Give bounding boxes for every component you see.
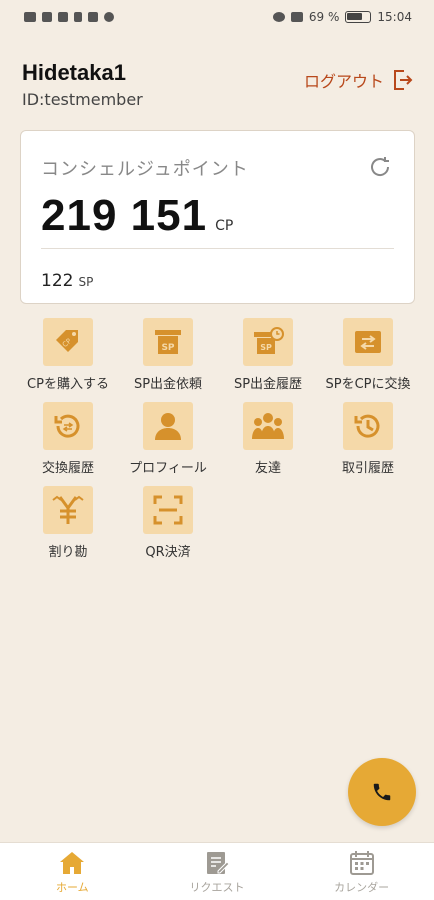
menu-transaction-history[interactable]: 取引履歴 [318,402,418,476]
menu-label: 取引履歴 [341,461,394,476]
sp-balance: 122 SP [41,271,93,291]
tile [343,402,393,450]
tile [143,486,193,534]
status-left [24,12,114,22]
mute-icon [290,12,303,22]
menu-qr-payment[interactable]: QR決済 [118,486,218,560]
nav-home[interactable]: ホーム [0,843,145,900]
tile [343,318,393,366]
calendar-icon [349,850,374,875]
nav-label: ホーム [56,880,89,894]
sp-unit: SP [78,275,94,289]
exchange-history-icon [54,414,80,438]
logout-label: ログアウト [303,72,384,91]
tile: SP [243,318,293,366]
menu-label: SP出金履歴 [233,377,303,392]
menu-friends[interactable]: 友達 [218,402,318,476]
nav-label: リクエスト [189,880,245,894]
sp-history-icon: SP [254,327,284,354]
logout-icon [394,70,413,90]
battery-icon [345,11,372,23]
menu-label: CPを購入する [27,377,109,392]
cp-balance: 219 151 CP [41,191,233,241]
sp-value: 122 [41,271,74,291]
friends-icon [252,413,284,439]
menu-label: QR決済 [145,545,191,560]
alarm-icon [272,12,285,22]
tile [243,402,293,450]
menu-label: プロフィール [129,461,207,476]
phone-icon [373,783,391,801]
tile [43,486,93,534]
battery-percent: 69 % [308,10,340,24]
menu-label: 割り勘 [48,545,88,560]
tile: CP [43,318,93,366]
tile [143,402,193,450]
logout-button[interactable]: ログアウト [304,68,414,92]
exchange-icon [355,331,381,353]
cp-unit: CP [215,218,234,234]
menu-label: SP出金依頼 [133,377,203,392]
sim-icon [24,12,36,22]
menu-split-bill[interactable]: 割り勘 [18,486,118,560]
menu-buy-cp[interactable]: CP CPを購入する [18,318,118,392]
request-icon [207,851,230,874]
qr-scan-icon [153,495,183,525]
usb-icon [74,12,82,22]
user-header: Hidetaka1 ID:testmember ログアウト [22,60,414,116]
nav-request[interactable]: リクエスト [145,843,290,900]
status-right: 69 % 15:04 [272,10,412,24]
menu-sp-history[interactable]: SP SP出金履歴 [218,318,318,392]
status-bar: 69 % 15:04 [0,0,434,34]
card-title: コンシェルジュポイント [41,159,249,180]
menu-sp-withdraw[interactable]: SP SP出金依頼 [118,318,218,392]
wifi-icon [58,12,68,22]
cp-tag-icon: CP [56,330,78,352]
menu-profile[interactable]: プロフィール [118,402,218,476]
user-id: ID:testmember [22,90,143,109]
nav-calendar[interactable]: カレンダー [289,843,434,900]
menu-label: 交換履歴 [41,461,94,476]
points-card: コンシェルジュポイント 219 151 CP 122 SP [20,130,415,304]
tile: SP [143,318,193,366]
bottom-nav: ホーム リクエスト カレンダー [0,842,434,900]
sp-withdraw-icon: SP [155,330,181,354]
refresh-icon[interactable] [368,155,392,179]
clock: 15:04 [377,10,412,24]
menu-label: SPをCPに交換 [325,377,411,392]
yen-split-icon [52,495,84,524]
gallery-icon [88,12,98,22]
cp-value: 219 151 [41,191,208,240]
call-button[interactable] [348,758,416,826]
menu-sp-to-cp[interactable]: SPをCPに交換 [318,318,418,392]
chat-icon [104,12,114,22]
menu-label: 友達 [254,461,281,476]
transaction-history-icon [354,414,380,438]
menu-exchange-history[interactable]: 交換履歴 [18,402,118,476]
home-icon [60,851,85,874]
svg-text:SP: SP [260,343,272,352]
tile [43,402,93,450]
nav-label: カレンダー [334,880,390,894]
svg-text:SP: SP [161,343,174,353]
person-icon [155,413,181,440]
signal-icon [42,12,52,22]
card-divider [41,248,394,249]
menu-grid: CP CPを購入する SP SP出金依頼 SP SP出金履歴 SPをCPに交換 … [18,318,418,560]
